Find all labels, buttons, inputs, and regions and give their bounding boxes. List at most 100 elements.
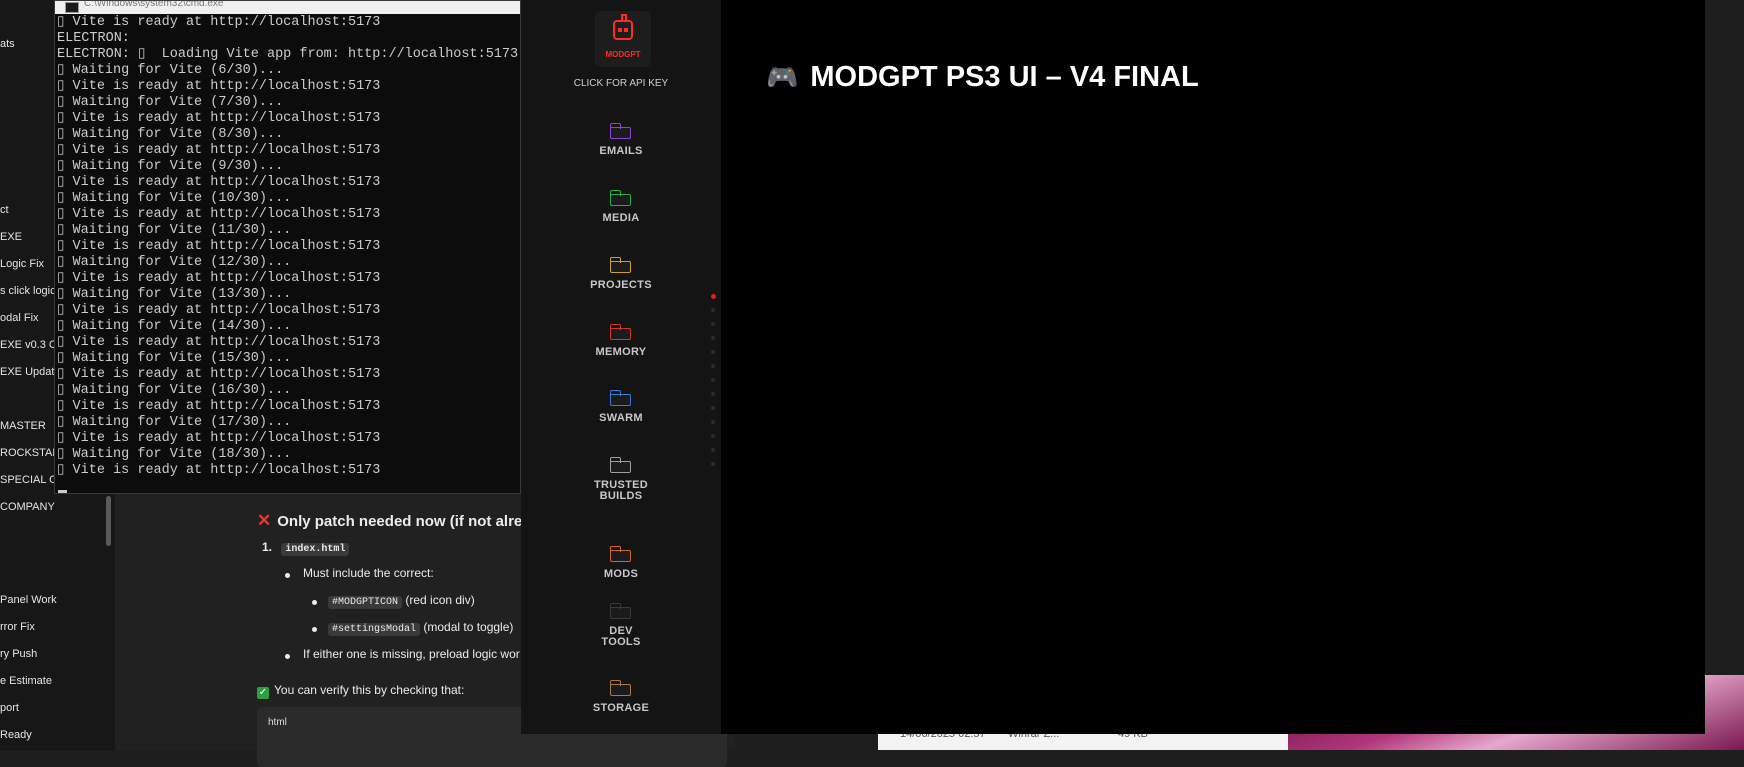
scroll-dot[interactable] [711,364,715,368]
folder-icon [610,546,632,562]
nav-item-label: MEMORY [595,346,647,358]
scroll-dot[interactable] [711,308,715,312]
background-sidebar-item[interactable]: s click logic [0,285,56,297]
code-lang-label: html [268,717,287,728]
scroll-dot-active[interactable] [711,294,716,299]
folder-icon [610,190,632,206]
nav-item-mods[interactable]: MODS [521,546,721,580]
scroll-dot[interactable] [711,406,715,410]
app-main: 🎮 MODGPT PS3 UI – V4 FINAL [721,0,1705,734]
step-code: index.html [281,543,350,556]
missing-text: If either one is missing, preload logic … [303,647,520,661]
item1-text: (red icon div) [402,593,475,607]
background-sidebar-item[interactable]: ats [0,38,15,50]
chat-heading-text: Only patch needed now (if not alrea [277,513,531,530]
background-sidebar-item[interactable]: EXE Update [0,366,61,378]
background-sidebar-item[interactable]: port [0,702,19,714]
scroll-dot[interactable] [711,322,715,326]
gamepad-icon: 🎮 [766,62,799,92]
nav-item-trusted-builds[interactable]: TRUSTED BUILDS [521,457,721,502]
nav-item-storage[interactable]: STORAGE [521,680,721,714]
background-sidebar-item[interactable]: MASTER [0,420,46,432]
modgpt-app-window: MODGPT CLICK FOR API KEY EMAILS MEDIA PROJ… [521,0,1705,734]
background-sidebar-item[interactable]: odal Fix [0,312,39,324]
item2-text: (modal to toggle) [420,620,514,634]
terminal-line: ELECTRON: ▯ Loading Vite app from: http:… [57,47,519,62]
terminal-titlebar[interactable]: C:\Windows\system32\cmd.exe [55,1,520,14]
nav-item-media[interactable]: MEDIA [521,190,721,224]
terminal-line: ▯ Waiting for Vite (13/30)... [57,287,292,302]
page-title: 🎮 MODGPT PS3 UI – V4 FINAL [766,61,1199,94]
terminal-line: ▯ Waiting for Vite (17/30)... [57,415,292,430]
terminal-output[interactable]: ▯ Vite is ready at http://localhost:5173… [57,15,518,479]
terminal-line: ▯ Waiting for Vite (14/30)... [57,319,292,334]
nav-item-label: STORAGE [592,702,650,714]
nav-item-swarm[interactable]: SWARM [521,390,721,424]
terminal-line: ▯ Waiting for Vite (12/30)... [57,255,292,270]
scroll-dot[interactable] [711,378,715,382]
terminal-line: ▯ Vite is ready at http://localhost:5173 [57,111,381,126]
scroll-dot[interactable] [711,420,715,424]
scroll-dot[interactable] [711,336,715,340]
terminal-line: ▯ Vite is ready at http://localhost:5173 [57,303,381,318]
nav-item-label: MODS [603,568,639,580]
nav-item-emails[interactable]: EMAILS [521,123,721,157]
nav-item-dev-tools[interactable]: DEV TOOLS [521,603,721,648]
scroll-dot[interactable] [711,392,715,396]
nav-item-label: MEDIA [602,212,640,224]
terminal-title: C:\Windows\system32\cmd.exe [84,0,224,9]
api-key-link[interactable]: CLICK FOR API KEY [521,78,721,89]
terminal-line: ▯ Waiting for Vite (11/30)... [57,223,292,238]
terminal-line: ELECTRON: [57,31,130,46]
terminal-line: ▯ Vite is ready at http://localhost:5173 [57,207,381,222]
step-number: 1. [262,540,273,554]
modgpt-logo-button[interactable]: MODGPT [595,11,651,67]
nav-item-label: TRUSTED BUILDS [593,479,649,502]
terminal-line: ▯ Waiting for Vite (8/30)... [57,127,284,142]
background-sidebar-item[interactable]: Panel Work [0,594,57,606]
nav-item-projects[interactable]: PROJECTS [521,257,721,291]
folder-icon [610,680,632,696]
bullet [285,573,290,578]
bullet [312,600,317,605]
terminal-line: ▯ Vite is ready at http://localhost:5173 [57,271,381,286]
folder-icon [610,390,632,406]
terminal-window[interactable]: C:\Windows\system32\cmd.exe ▯ Vite is re… [54,0,521,494]
terminal-line: ▯ Waiting for Vite (7/30)... [57,95,284,110]
scroll-dot[interactable] [711,434,715,438]
nav-item-label: SWARM [599,412,643,424]
background-sidebar-item[interactable]: EXE [0,231,22,243]
background-sidebar-item[interactable]: ry Push [0,648,37,660]
background-sidebar-item[interactable]: e Estimate [0,675,52,687]
terminal-line: ▯ Waiting for Vite (18/30)... [57,447,292,462]
scroll-dot[interactable] [711,462,715,466]
terminal-line: ▯ Vite is ready at http://localhost:5173 [57,175,381,190]
sidebar-scrollbar[interactable] [106,496,111,546]
step-item: 1. index.html [262,540,350,556]
folder-icon [610,324,632,340]
nav-item-label: DEV TOOLS [601,625,641,648]
check-icon: ✓ [257,687,269,699]
terminal-cursor [58,490,67,493]
background-sidebar-item[interactable]: rror Fix [0,621,35,633]
background-sidebar-item[interactable]: Logic Fix [0,258,44,270]
terminal-line: ▯ Vite is ready at http://localhost:5173 [57,143,381,158]
robot-icon [613,20,633,40]
background-sidebar-item[interactable]: COMPANY [0,501,55,513]
folder-icon [610,123,632,139]
background-sidebar-item[interactable]: Ready [0,729,32,741]
folder-icon [610,603,632,619]
bullet [285,654,290,659]
terminal-line: ▯ Vite is ready at http://localhost:5173 [57,79,381,94]
verify-text: You can verify this by checking that: [274,683,465,697]
nav-item-memory[interactable]: MEMORY [521,324,721,358]
terminal-line: ▯ Vite is ready at http://localhost:5173 [57,431,381,446]
terminal-line: ▯ Vite is ready at http://localhost:5173 [57,463,381,478]
background-sidebar-item[interactable]: ROCKSTAR [0,447,60,459]
page-title-text: MODGPT PS3 UI – V4 FINAL [810,61,1199,93]
scroll-dot[interactable] [711,448,715,452]
item2: #settingsModal (modal to toggle) [328,620,514,636]
scroll-dot[interactable] [711,350,715,354]
cmd-icon [65,2,79,13]
background-sidebar-item[interactable]: ct [0,204,9,216]
